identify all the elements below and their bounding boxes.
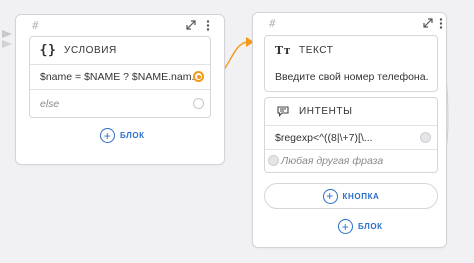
condition-row[interactable]: $name = $NAME ? $NAME.nam...	[30, 65, 210, 90]
text-section-header: Tт ТЕКСТ	[265, 36, 437, 64]
text-title: ТЕКСТ	[299, 44, 334, 56]
intent-text: $regexp<^((8|\+7)[\...	[275, 131, 373, 144]
add-block-label: БЛОК	[358, 222, 383, 231]
condition-else-text: else	[40, 97, 60, 110]
more-vertical-icon[interactable]	[202, 19, 214, 31]
conditions-section[interactable]: {} УСЛОВИЯ $name = $NAME ? $NAME.nam... …	[29, 36, 211, 118]
text-value-row[interactable]: Введите свой номер телефона.	[265, 64, 437, 89]
text-node[interactable]: # Tт ТЕКСТ Введите свой номер телефона.	[252, 12, 447, 248]
condition-connector-active[interactable]	[193, 71, 204, 82]
plus-circle-icon: +	[322, 188, 338, 204]
node-hash: #	[32, 19, 39, 32]
plus-circle-icon: +	[338, 219, 353, 234]
intent-row-fallback[interactable]: Любая другая фраза	[265, 150, 437, 172]
add-button-label: КНОПКА	[342, 191, 380, 201]
text-value: Введите свой номер телефона.	[275, 70, 429, 83]
flow-canvas[interactable]: # {} УСЛОВИЯ $name = $NAME ? $NAME.nam..…	[0, 0, 474, 263]
node-hash: #	[269, 17, 276, 30]
condition-text: $name = $NAME ? $NAME.nam...	[40, 71, 201, 83]
expand-icon[interactable]	[422, 17, 434, 29]
braces-icon: {}	[39, 43, 57, 58]
conditions-title: УСЛОВИЯ	[64, 45, 117, 56]
add-block-button[interactable]: + БЛОК	[100, 128, 145, 143]
add-block-button[interactable]: + БЛОК	[338, 219, 383, 234]
add-button-button[interactable]: + КНОПКА	[264, 183, 438, 209]
node-header: #	[16, 15, 224, 37]
plus-circle-icon: +	[100, 128, 115, 143]
intents-section-header: ИНТЕНТЫ	[265, 98, 437, 126]
text-type-icon: Tт	[274, 43, 292, 57]
intents-section[interactable]: ИНТЕНТЫ $regexp<^((8|\+7)[\... Любая дру…	[264, 97, 438, 173]
intents-title: ИНТЕНТЫ	[299, 106, 353, 117]
chat-bubble-icon	[275, 104, 291, 120]
intent-connector[interactable]	[420, 132, 431, 143]
text-section[interactable]: Tт ТЕКСТ Введите свой номер телефона.	[264, 35, 438, 92]
conditions-node[interactable]: # {} УСЛОВИЯ $name = $NAME ? $NAME.nam..…	[15, 14, 225, 165]
expand-icon[interactable]	[185, 19, 197, 31]
intent-connector-left[interactable]	[268, 155, 279, 166]
intent-row[interactable]: $regexp<^((8|\+7)[\...	[265, 126, 437, 150]
node-header: #	[253, 13, 446, 35]
intent-fallback-text: Любая другая фраза	[281, 155, 384, 167]
condition-row-else[interactable]: else	[30, 90, 210, 117]
incoming-connector-arrow-top	[2, 30, 12, 38]
add-button-inner: + КНОПКА	[322, 188, 380, 204]
add-block-label: БЛОК	[120, 131, 145, 140]
incoming-connector-arrow-bottom	[2, 40, 12, 48]
condition-connector[interactable]	[193, 98, 204, 109]
conditions-section-header: {} УСЛОВИЯ	[30, 37, 210, 65]
more-vertical-icon[interactable]	[435, 17, 447, 29]
